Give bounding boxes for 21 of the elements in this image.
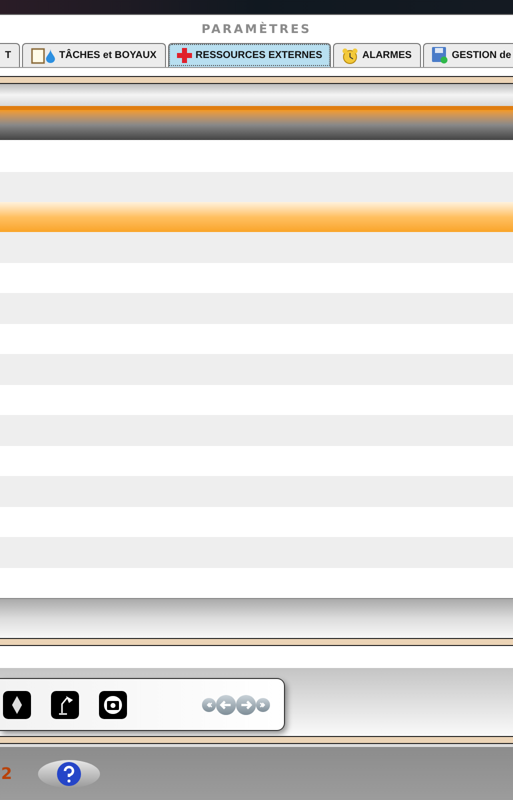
tab[interactable]: ALARMES	[333, 43, 421, 67]
alarm-clock-icon	[342, 48, 358, 64]
clipboard-icon	[31, 48, 46, 64]
tab[interactable]: RESSOURCES EXTERNES	[168, 43, 332, 67]
camera-tool-icon[interactable]	[99, 690, 127, 718]
last-page-button[interactable]	[256, 698, 270, 712]
desk-lamp-tool-icon[interactable]	[51, 690, 79, 718]
page-number: 2	[1, 762, 12, 784]
medical-cross-icon	[176, 48, 192, 63]
tab[interactable]: GESTION de	[422, 43, 513, 67]
next-page-button[interactable]	[236, 694, 256, 714]
question-mark-icon	[56, 760, 82, 786]
first-page-button[interactable]	[202, 698, 216, 712]
tab[interactable]: TÂCHES et BOYAUX	[22, 43, 166, 67]
tab[interactable]: T	[0, 43, 20, 67]
pen-nib-tool-icon[interactable]	[3, 690, 31, 718]
double-left-arrow-icon	[205, 700, 213, 708]
double-right-arrow-icon	[259, 700, 267, 708]
window-title: PARAMÈTRES	[202, 20, 312, 38]
water-drop-icon	[46, 48, 56, 62]
previous-page-button[interactable]	[216, 694, 236, 714]
